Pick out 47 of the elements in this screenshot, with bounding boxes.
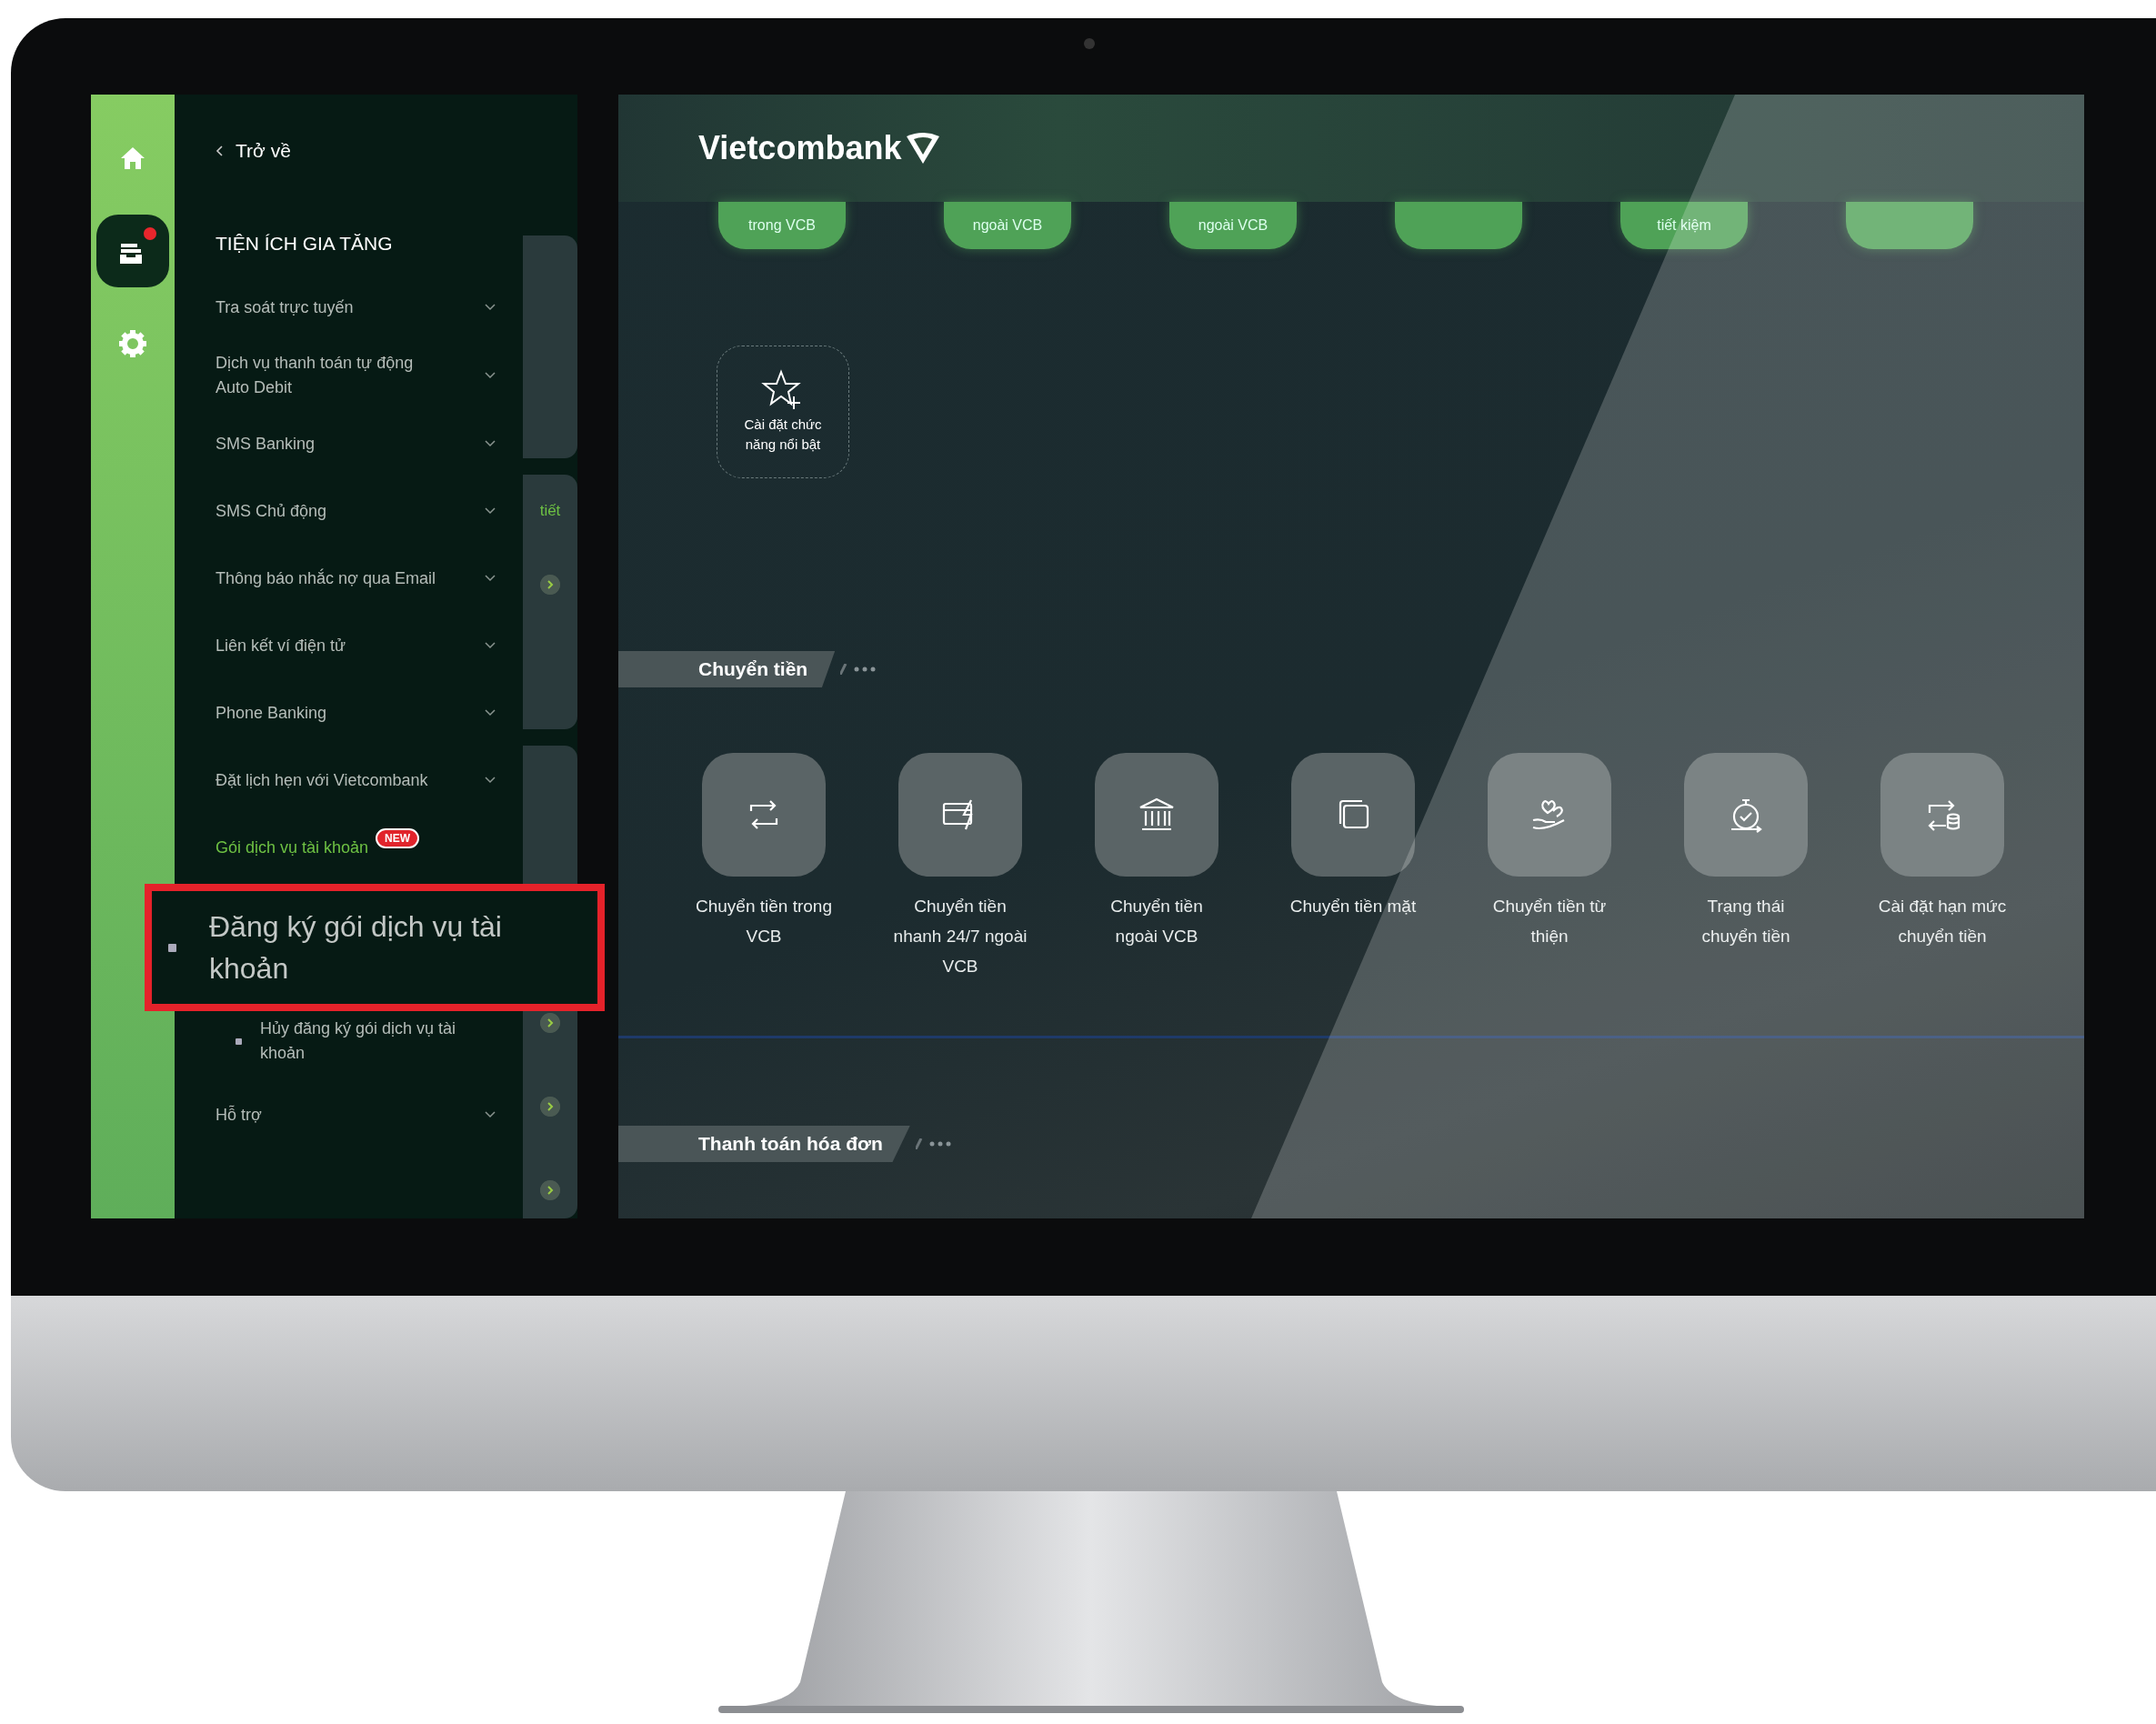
settings-icon <box>118 329 147 358</box>
chevron-down-icon <box>485 642 496 649</box>
sidebar-item[interactable]: Tra soát trực tuyến <box>216 295 438 320</box>
transfer-option-label: Chuyển tiền mặt <box>1289 896 1417 917</box>
rail-button[interactable] <box>96 215 169 287</box>
transfer-option-button[interactable] <box>898 753 1022 877</box>
new-badge: NEW <box>376 828 420 848</box>
chevron-down-icon <box>485 777 496 784</box>
chevron-down-icon <box>485 1111 496 1118</box>
sidebar-item[interactable]: Hỗ trợ <box>216 1102 438 1128</box>
featured-settings-button[interactable]: Cài đặt chức năng nổi bật <box>717 346 849 478</box>
sidebar-item[interactable]: SMS Chủ động <box>216 498 438 524</box>
transfer-option-button[interactable] <box>1095 753 1218 877</box>
back-link[interactable]: Trở về <box>216 140 496 162</box>
chevron-left-icon <box>216 145 223 156</box>
transfer-option-label: Chuyển tiền nhanh 24/7 ngoài VCB <box>892 896 1028 977</box>
quick-action-button[interactable] <box>1395 202 1522 249</box>
transfer-option-label: Chuyển tiền trong VCB <box>696 896 832 947</box>
chevron-down-icon <box>485 575 496 582</box>
home-icon <box>119 145 146 171</box>
transfer-option-button[interactable] <box>1291 753 1415 877</box>
chevron-down-icon <box>485 507 496 515</box>
sidebar-item[interactable]: Phone Banking <box>216 700 438 726</box>
webcam-icon <box>1084 38 1095 49</box>
transfer-option-label: Cài đặt hạn mức chuyển tiền <box>1877 896 2008 947</box>
bullet-icon <box>168 943 176 952</box>
detail-link[interactable]: tiết <box>539 502 561 520</box>
chevron-down-icon <box>485 709 496 717</box>
transfer-option-label: Trạng thái chuyển tiền <box>1700 896 1791 947</box>
bank-logo-text: Vietcombank <box>698 129 902 167</box>
sidebar-item[interactable]: Liên kết ví điện tử <box>216 633 438 658</box>
submenu-item[interactable]: Hủy đăng ký gói dịch vụ tài khoản <box>260 1017 460 1066</box>
highlight-callout[interactable]: Đăng ký gói dịch vụ tài khoản <box>145 884 605 1011</box>
quick-action-button[interactable] <box>1846 202 1973 249</box>
sidebar-title: TIỆN ÍCH GIA TĂNG <box>216 233 394 255</box>
sidebar-item[interactable]: Thông báo nhắc nợ qua Email <box>216 566 438 591</box>
chevron-down-icon <box>485 304 496 311</box>
shield-logo-icon <box>905 131 942 165</box>
chevron-down-icon <box>485 372 496 379</box>
chevron-down-icon <box>485 440 496 447</box>
transfer-option-label: Chuyển tiền ngoài VCB <box>1109 896 1204 947</box>
transfer-option-label: Chuyển tiền từ thiện <box>1491 896 1608 947</box>
bullet-icon <box>236 1037 242 1045</box>
sidebar-item[interactable]: Dịch vụ thanh toán tự động Auto Debit <box>216 351 438 400</box>
sidebar-item[interactable]: Gói dịch vụ tài khoản <box>216 835 369 860</box>
sidebar-item[interactable]: Đặt lịch hẹn với Vietcombank <box>216 767 438 793</box>
sidebar-item[interactable]: SMS Banking <box>216 431 438 456</box>
